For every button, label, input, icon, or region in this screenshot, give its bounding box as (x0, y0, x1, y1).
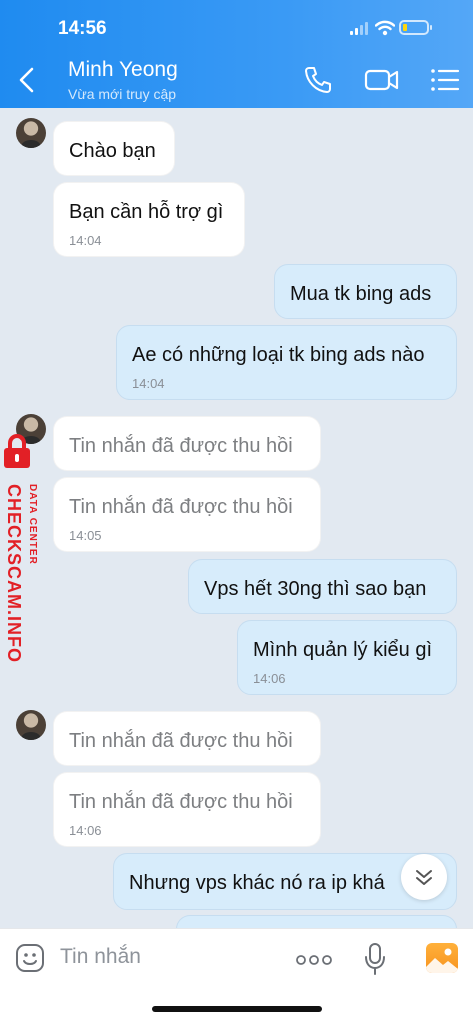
message-text: Ae có những loại tk bing ads nào (132, 344, 425, 366)
more-options-icon[interactable] (296, 954, 332, 966)
recalled-message-bubble[interactable]: Tin nhắn đã được thu hồi (53, 416, 321, 471)
battery-icon (399, 20, 432, 35)
message-text: Chào bạn (69, 140, 156, 162)
status-time: 14:56 (58, 18, 107, 39)
message-input[interactable]: Tin nhắn (60, 945, 141, 969)
cellular-signal-icon (350, 22, 370, 35)
message-time: 14:06 (253, 671, 286, 686)
message-text: Vps hết 30ng thì sao bạn (204, 578, 427, 600)
watermark-subtext: DATA CENTER (27, 484, 38, 565)
home-indicator (152, 1006, 322, 1012)
scroll-to-bottom-button[interactable] (401, 854, 447, 900)
sticker-icon[interactable] (15, 943, 45, 973)
contact-avatar[interactable] (16, 118, 46, 148)
message-text: Tin nhắn đã được thu hồi (69, 496, 293, 518)
message-bubble[interactable]: Bạn cần hỗ trợ gì 14:04 (53, 182, 245, 257)
message-time: 14:04 (69, 233, 102, 248)
message-bubble[interactable]: Chào bạn (53, 121, 175, 176)
message-text: Tin nhắn đã được thu hồi (69, 730, 293, 752)
recalled-message-bubble[interactable]: Tin nhắn đã được thu hồi (53, 711, 321, 766)
message-text: Mua tk bing ads (290, 283, 432, 305)
message-time: 14:05 (69, 528, 102, 543)
message-text: Nhưng vps khác nó ra ip khá (129, 872, 385, 894)
status-bar: 14:56 (0, 0, 473, 54)
message-text: Bạn cần hỗ trợ gì (69, 201, 224, 223)
microphone-icon[interactable] (364, 942, 386, 976)
watermark: CHECKSCAM.INFO DATA CENTER (0, 434, 50, 664)
back-icon[interactable] (16, 66, 38, 94)
contact-name[interactable]: Minh Yeong (68, 58, 178, 82)
recalled-message-bubble[interactable]: Tin nhắn đã được thu hồi 14:05 (53, 477, 321, 552)
double-chevron-down-icon (416, 870, 432, 885)
message-text: Tin nhắn đã được thu hồi (69, 435, 293, 457)
message-time: 14:04 (132, 376, 165, 391)
image-gallery-icon[interactable] (426, 943, 458, 973)
chat-header: 14:56 Minh Yeong Vừa mới truy cập (0, 0, 473, 108)
message-bubble[interactable]: Ae có những loại tk bing ads nào 14:04 (116, 325, 457, 400)
lock-icon (4, 434, 30, 468)
wifi-icon (375, 20, 395, 36)
menu-list-icon[interactable] (430, 67, 460, 93)
message-composer: Tin nhắn (0, 928, 473, 1024)
contact-status: Vừa mới truy cập (68, 86, 177, 102)
message-bubble[interactable]: Mình quản lý kiểu gì 14:06 (237, 620, 457, 695)
watermark-text: CHECKSCAM.INFO (4, 484, 24, 663)
message-time: 14:06 (69, 823, 102, 838)
recalled-message-bubble[interactable]: Tin nhắn đã được thu hồi 14:06 (53, 772, 321, 847)
contact-avatar[interactable] (16, 710, 46, 740)
video-call-icon[interactable] (364, 66, 400, 94)
message-text: Mình quản lý kiểu gì (253, 639, 432, 661)
message-bubble[interactable]: Mua tk bing ads (274, 264, 457, 319)
phone-call-icon[interactable] (303, 65, 333, 95)
message-text: Tin nhắn đã được thu hồi (69, 791, 293, 813)
message-bubble[interactable]: Vps hết 30ng thì sao bạn (188, 559, 457, 614)
